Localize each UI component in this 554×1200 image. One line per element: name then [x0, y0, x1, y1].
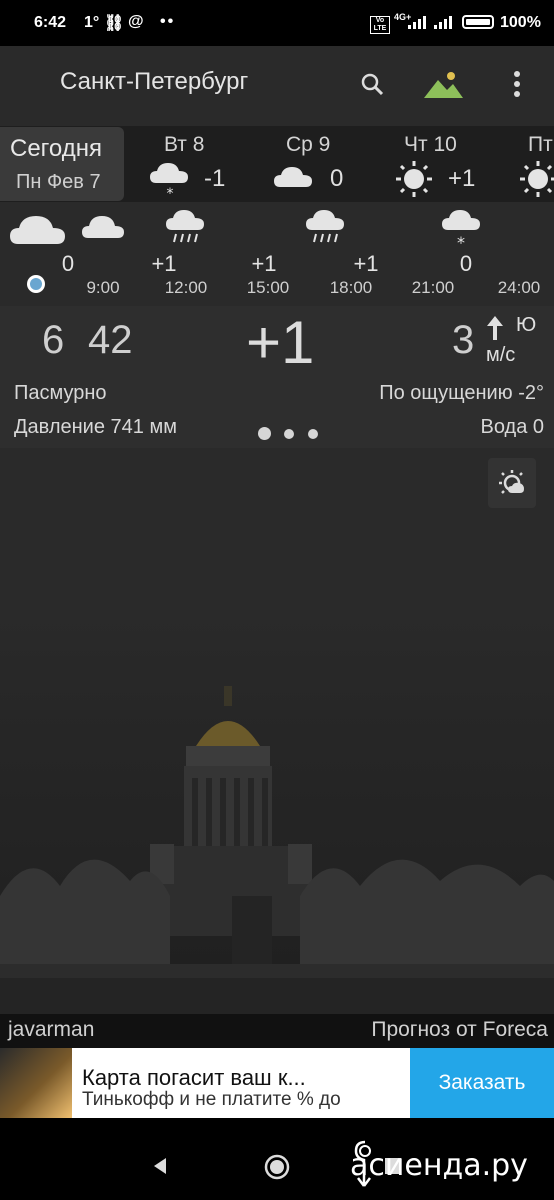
hourly-time: 21:00 [411, 278, 455, 297]
svg-text:*: * [457, 233, 465, 248]
status-bar: 6:42 1° ⛓ @ •• Vo LTE 4G+ 100% [0, 0, 554, 46]
feels-like-text: По ощущению -2° [379, 382, 544, 404]
search-icon[interactable] [360, 72, 384, 96]
hourly-temp: +1 [251, 251, 277, 276]
day-temp: 0 [330, 165, 344, 192]
day-label: Чт 10 [404, 133, 457, 156]
day-date: Пн Фев 7 [16, 171, 101, 193]
cloud-icon [274, 167, 312, 187]
status-temp: 1° [84, 14, 100, 31]
hourly-temp: +1 [353, 251, 379, 276]
day-label: Сегодня [10, 135, 102, 162]
at-icon: @ [128, 13, 144, 30]
day-tab-tue[interactable]: Вт 8 * -1 [140, 127, 250, 201]
svg-text:*: * [167, 186, 174, 199]
hourly-time: 18:00 [329, 278, 373, 297]
city-title[interactable]: Санкт-Петербург [60, 68, 248, 96]
home-icon[interactable] [264, 1154, 290, 1180]
day-temp: -1 [204, 165, 226, 192]
ad-title[interactable]: Карта погасит ваш к... [82, 1065, 306, 1091]
sun-icon [396, 161, 432, 197]
current-minute: 42 [88, 318, 133, 362]
pressure-text: Давление 741 мм [14, 416, 177, 438]
hourly-temp: +1 [151, 251, 177, 276]
dots-icon: •• [160, 13, 176, 30]
now-indicator [27, 275, 45, 293]
cloud-rain-icon [166, 210, 204, 243]
signal-icon-2 [434, 16, 452, 29]
hourly-time: 9:00 [86, 278, 120, 297]
cloud-icon [82, 216, 124, 238]
page-dot [308, 429, 318, 439]
day-tab-thu[interactable]: Чт 10 +1 [392, 127, 502, 201]
signal-icon [408, 16, 426, 29]
photo-author-link[interactable]: javarman [8, 1018, 94, 1042]
cloud-snow-icon: * [150, 163, 188, 199]
ad-order-button[interactable]: Заказать [410, 1048, 554, 1118]
wind-speed: 3 [452, 318, 475, 362]
landscape-icon[interactable] [422, 70, 464, 100]
hourly-time: 12:00 [164, 278, 208, 297]
hourly-temp: 0 [61, 251, 75, 276]
current-hour: 6 [42, 318, 65, 362]
condition-text: Пасмурно [14, 382, 107, 404]
sun-icon [520, 161, 554, 197]
hourly-temp: 0 [459, 251, 473, 276]
wind-direction: Ю [516, 314, 537, 336]
water-temp-text: Вода 0 [480, 416, 545, 438]
watermark-text: асиенда.ру [350, 1148, 528, 1183]
day-tab-today[interactable]: Сегодня Пн Фев 7 [0, 127, 124, 201]
ad-subtitle[interactable]: Тинькофф и не платите % до [82, 1089, 341, 1111]
cathedral-silhouette [0, 686, 554, 1014]
day-tab-fri[interactable]: Пт [514, 127, 554, 201]
weather-layer-button[interactable] [488, 458, 536, 508]
link-icon: ⛓ [104, 15, 125, 32]
cloud-rain-icon [306, 210, 344, 243]
volte-icon: Vo LTE [370, 16, 390, 34]
day-label: Пт [528, 133, 553, 156]
current-temp: +1 [246, 309, 315, 376]
more-vert-icon[interactable] [512, 70, 522, 98]
hourly-time: 15:00 [246, 278, 290, 297]
day-label: Вт 8 [164, 133, 205, 156]
wind-unit: м/с [486, 344, 516, 366]
page-dot [284, 429, 294, 439]
ad-thumbnail[interactable] [0, 1048, 72, 1118]
page-indicator[interactable] [256, 426, 320, 440]
page-dot-active [258, 427, 271, 440]
back-icon[interactable] [150, 1156, 170, 1176]
hourly-time: 24:00 [497, 278, 541, 297]
day-temp: +1 [448, 165, 476, 192]
battery-percent: 100% [500, 14, 541, 31]
status-time: 6:42 [34, 14, 67, 31]
cloud-icon [10, 216, 65, 244]
battery-icon [462, 15, 494, 29]
cloud-snow-icon: * [442, 210, 480, 248]
day-tab-wed[interactable]: Ср 9 0 [266, 127, 376, 201]
sun-cloud-icon [499, 470, 524, 494]
forecast-credit-link[interactable]: Прогноз от Foreca [371, 1018, 548, 1042]
wind-direction-arrow-icon [487, 316, 503, 340]
day-label: Ср 9 [286, 133, 331, 156]
